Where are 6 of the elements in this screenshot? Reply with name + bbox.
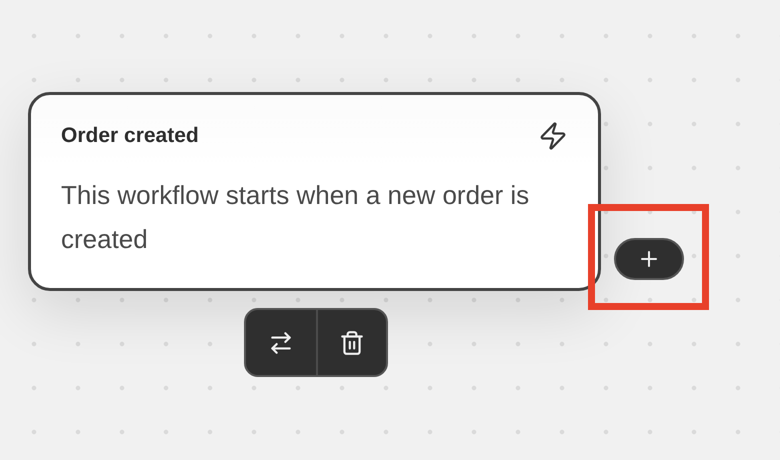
lightning-icon	[538, 121, 568, 151]
trash-icon	[339, 330, 365, 356]
add-step-button[interactable]	[614, 238, 684, 280]
node-title: Order created	[61, 124, 199, 148]
node-description: This workflow starts when a new order is created	[61, 179, 530, 256]
node-card[interactable]: Order created This workflow starts when a new order is created	[28, 92, 601, 291]
